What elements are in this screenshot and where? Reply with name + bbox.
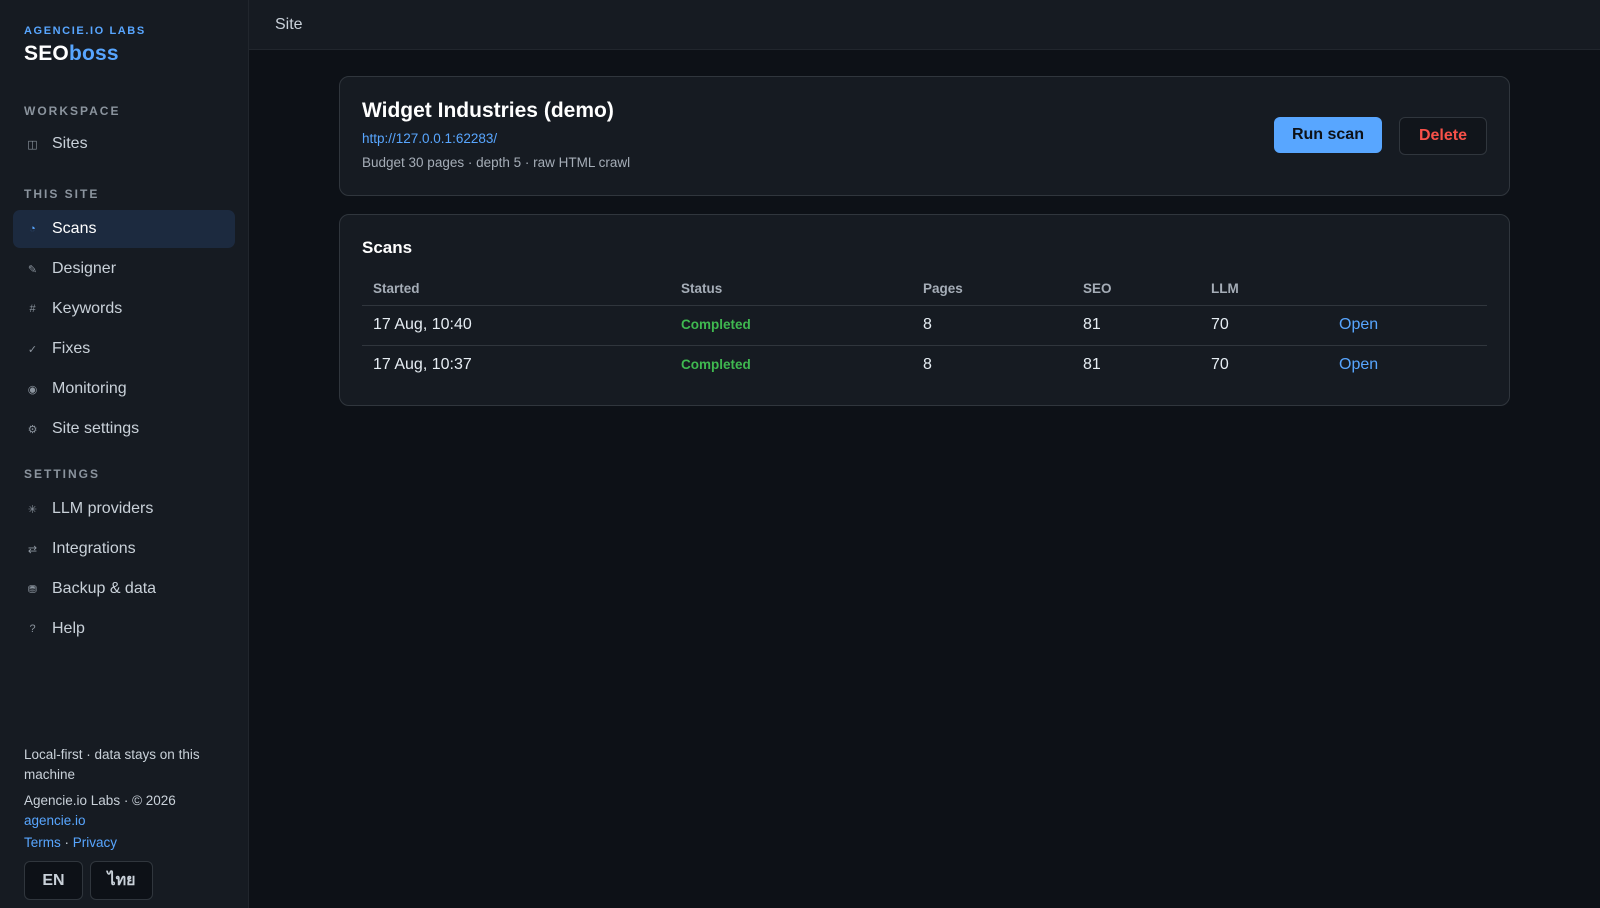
- table-row: 17 Aug, 10:40 Completed 8 81 70 Open: [362, 305, 1487, 345]
- brand: AGENCIE.IO LABS SEOboss: [13, 0, 235, 66]
- sparkle-icon: ✳: [27, 503, 38, 516]
- sidebar-item-label: LLM providers: [52, 500, 154, 517]
- content: Widget Industries (demo) http://127.0.0.…: [249, 50, 1600, 406]
- column-header-started: Started: [362, 281, 670, 306]
- database-icon: ⛃: [27, 583, 38, 596]
- footer-website-link[interactable]: agencie.io: [24, 811, 235, 831]
- cell-pages: 8: [923, 316, 932, 333]
- app-root: AGENCIE.IO LABS SEOboss WORKSPACE ◫ Site…: [0, 0, 1600, 908]
- terms-link[interactable]: Terms: [24, 835, 61, 850]
- sidebar-item-scans[interactable]: ◔ Scans: [13, 210, 235, 248]
- footer-tagline: Local-first · data stays on this machine: [24, 747, 200, 782]
- main-area: Site Widget Industries (demo) http://127…: [249, 0, 1600, 908]
- check-icon: ✓: [27, 343, 38, 356]
- site-meta: Budget 30 pages · depth 5 · raw HTML cra…: [362, 155, 631, 170]
- cell-started: 17 Aug, 10:40: [373, 316, 472, 333]
- brand-name-main: SEO: [24, 42, 69, 65]
- sidebar: AGENCIE.IO LABS SEOboss WORKSPACE ◫ Site…: [0, 0, 249, 908]
- grid-icon: ◫: [27, 138, 38, 151]
- scans-table: Started Status Pages SEO LLM 17 Aug, 10:…: [362, 281, 1487, 385]
- sidebar-item-label: Monitoring: [52, 380, 127, 397]
- brand-name-accent: boss: [68, 42, 119, 65]
- column-header-pages: Pages: [912, 281, 1072, 306]
- site-info: Widget Industries (demo) http://127.0.0.…: [362, 99, 630, 173]
- hash-icon: #: [29, 303, 36, 315]
- sidebar-item-sites[interactable]: ◫ Sites: [13, 125, 235, 163]
- cell-started: 17 Aug, 10:37: [362, 344, 670, 385]
- cell-action: Open: [1328, 344, 1487, 385]
- sidebar-item-label: Sites: [52, 135, 88, 152]
- cell-pages: 8: [912, 344, 1072, 385]
- sidebar-item-label: Help: [52, 620, 85, 637]
- sidebar-item-label: Keywords: [52, 300, 123, 317]
- status-badge: Completed: [681, 357, 751, 373]
- cell-llm: 70: [1200, 344, 1328, 385]
- sidebar-item-label: Scans: [52, 220, 97, 237]
- page-title: Site: [275, 15, 303, 33]
- legal-separator: ·: [60, 835, 73, 850]
- site-title: Widget Industries (demo): [362, 99, 614, 122]
- sidebar-item-backup-data[interactable]: ⛃ Backup & data: [13, 570, 235, 608]
- sidebar-item-integrations[interactable]: ⇄ Integrations: [13, 530, 235, 568]
- topbar: Site: [249, 0, 1600, 50]
- open-scan-link[interactable]: Open: [1339, 316, 1378, 333]
- site-url-link[interactable]: http://127.0.0.1:62283/: [362, 131, 630, 146]
- site-actions: Run scan Delete: [1273, 99, 1487, 173]
- sidebar-item-label: Designer: [52, 260, 117, 277]
- table-row: 17 Aug, 10:37 Completed 8 81 70 Open: [362, 344, 1487, 385]
- sidebar-item-designer[interactable]: ✎ Designer: [13, 250, 235, 288]
- language-en-button[interactable]: EN: [24, 861, 83, 900]
- sidebar-item-help[interactable]: ? Help: [13, 610, 235, 648]
- sidebar-footer: Local-first · data stays on this machine…: [24, 745, 235, 900]
- sidebar-item-site-settings[interactable]: ⚙ Site settings: [13, 410, 235, 448]
- sidebar-item-label: Fixes: [52, 340, 91, 357]
- scans-card: Scans Started Status Pages SEO LLM 17 Au…: [339, 214, 1510, 406]
- sidebar-item-keywords[interactable]: # Keywords: [13, 290, 235, 328]
- pencil-icon: ✎: [27, 263, 38, 276]
- help-icon: ?: [29, 623, 36, 635]
- gear-icon: ⚙: [27, 423, 38, 436]
- cell-llm: 70: [1211, 316, 1229, 333]
- column-header-action: [1328, 281, 1487, 306]
- cell-status: Completed: [670, 344, 912, 385]
- privacy-link[interactable]: Privacy: [73, 835, 117, 850]
- open-scan-link[interactable]: Open: [1339, 356, 1378, 373]
- brand-company: AGENCIE.IO LABS: [24, 25, 146, 37]
- swap-icon: ⇄: [27, 543, 38, 556]
- sidebar-item-llm-providers[interactable]: ✳ LLM providers: [13, 490, 235, 528]
- cell-seo: 81: [1072, 344, 1200, 385]
- cell-action: Open: [1328, 305, 1487, 345]
- delete-button[interactable]: Delete: [1398, 117, 1487, 155]
- sidebar-item-label: Backup & data: [52, 580, 157, 597]
- cell-seo: 81: [1083, 316, 1101, 333]
- section-title-workspace: WORKSPACE: [24, 104, 121, 118]
- sidebar-item-fixes[interactable]: ✓ Fixes: [13, 330, 235, 368]
- section-title-this-site: THIS SITE: [24, 187, 100, 201]
- table-header-row: Started Status Pages SEO LLM: [362, 281, 1487, 306]
- footer-legal-links: Terms · Privacy: [24, 833, 235, 853]
- sidebar-item-monitoring[interactable]: ◉ Monitoring: [13, 370, 235, 408]
- scans-title: Scans: [362, 238, 413, 257]
- sidebar-item-label: Site settings: [52, 420, 140, 437]
- status-badge: Completed: [681, 317, 751, 332]
- monitor-icon: ◉: [27, 383, 38, 396]
- language-th-button[interactable]: ไทย: [90, 861, 153, 900]
- brand-logo[interactable]: SEOboss: [24, 42, 224, 66]
- column-header-seo: SEO: [1072, 281, 1200, 306]
- run-scan-button[interactable]: Run scan: [1273, 117, 1382, 153]
- sidebar-item-label: Integrations: [52, 540, 136, 557]
- column-header-status: Status: [670, 281, 912, 306]
- footer-copyright: Agencie.io Labs · © 2026: [24, 793, 176, 808]
- scan-icon: ◔: [29, 223, 36, 235]
- section-title-settings: SETTINGS: [24, 467, 101, 481]
- cell-status: Completed: [670, 305, 912, 345]
- site-card: Widget Industries (demo) http://127.0.0.…: [339, 76, 1510, 196]
- column-header-llm: LLM: [1200, 281, 1328, 306]
- language-switcher: EN ไทย: [24, 861, 235, 900]
